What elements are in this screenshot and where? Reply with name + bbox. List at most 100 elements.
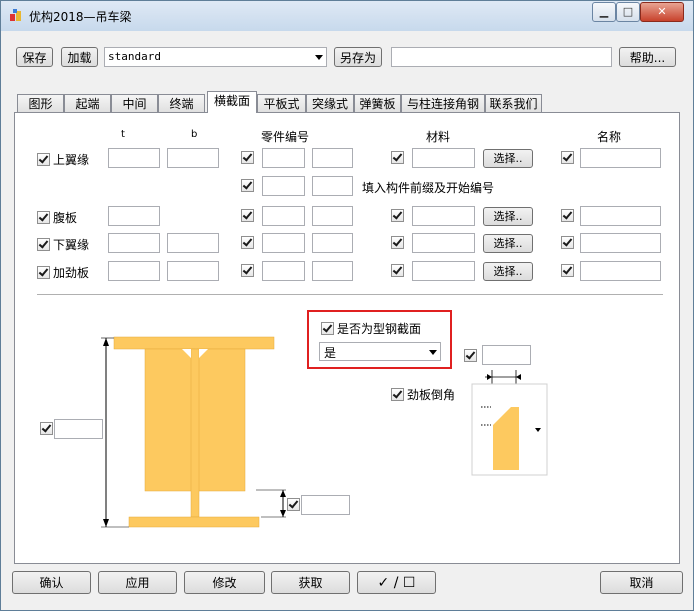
web-prefix-input[interactable]: [262, 206, 305, 226]
stiffener-t-input[interactable]: [108, 261, 160, 281]
web-select-button[interactable]: 选择..: [483, 207, 533, 226]
get-button[interactable]: 获取: [271, 571, 350, 594]
i-beam-diagram: [101, 336, 286, 528]
bottom-thickness-checkbox[interactable]: [287, 498, 300, 511]
apply-button[interactable]: 应用: [98, 571, 177, 594]
web-checkbox[interactable]: [37, 211, 50, 224]
header-part-no: 零件编号: [261, 130, 310, 144]
top-flange-select-button[interactable]: 选择..: [483, 149, 533, 168]
web-part-checkbox[interactable]: [241, 209, 254, 222]
web-name-input[interactable]: [580, 206, 661, 226]
bottom-flange-b-input[interactable]: [167, 233, 219, 253]
bottom-flange-material-checkbox[interactable]: [391, 236, 404, 249]
height-input[interactable]: [54, 419, 103, 439]
tab-middle[interactable]: 中间: [111, 94, 158, 112]
chamfer-label: 劲板倒角: [407, 388, 456, 402]
stiffener-number-input[interactable]: [312, 261, 353, 281]
left-stiffener-shape: [144, 348, 196, 492]
separator: [37, 294, 663, 296]
minimize-button[interactable]: ▁: [592, 2, 616, 22]
top-flange-b-input[interactable]: [167, 148, 219, 168]
preset-combobox[interactable]: standard: [104, 47, 327, 67]
cancel-button[interactable]: 取消: [600, 571, 683, 594]
is-profile-combobox[interactable]: 是: [319, 342, 441, 361]
bottom-thickness-input[interactable]: [301, 495, 350, 515]
tab-column-angle[interactable]: 与柱连接角钢: [401, 94, 485, 112]
top-flange-name-input[interactable]: [580, 148, 661, 168]
bottom-flange-select-button[interactable]: 选择..: [483, 234, 533, 253]
web-material-input[interactable]: [412, 206, 475, 226]
start-number-input[interactable]: [312, 176, 353, 196]
is-profile-checkbox[interactable]: [321, 322, 334, 335]
toggle-all-button[interactable]: ✓ / ☐: [357, 571, 436, 594]
tab-flat-plate[interactable]: 平板式: [257, 94, 306, 112]
header-name: 名称: [597, 130, 622, 144]
tab-cross-section[interactable]: 横截面: [207, 91, 257, 113]
stiffener-name-checkbox[interactable]: [561, 264, 574, 277]
stiffener-checkbox[interactable]: [37, 266, 50, 279]
chevron-down-icon[interactable]: [315, 55, 323, 60]
top-flange-number-input[interactable]: [312, 148, 353, 168]
web-t-input[interactable]: [108, 206, 160, 226]
prefix-label: 填入构件前缀及开始编号: [362, 181, 495, 195]
tab-spring-plate[interactable]: 弹簧板: [354, 94, 401, 112]
modify-button[interactable]: 修改: [184, 571, 265, 594]
web-number-input[interactable]: [312, 206, 353, 226]
top-flange-prefix-input[interactable]: [262, 148, 305, 168]
tab-contact-us[interactable]: 联系我们: [485, 94, 542, 112]
top-flange-t-input[interactable]: [108, 148, 160, 168]
app-icon: [10, 9, 21, 21]
window-title: 优构2018—吊车梁: [29, 10, 132, 24]
save-as-input[interactable]: [391, 47, 612, 67]
bottom-flange-number-input[interactable]: [312, 233, 353, 253]
tab-start[interactable]: 起端: [64, 94, 111, 112]
stiffener-prefix-input[interactable]: [262, 261, 305, 281]
ok-button[interactable]: 确认: [12, 571, 91, 594]
bottom-flange-part-checkbox[interactable]: [241, 236, 254, 249]
web-name-checkbox[interactable]: [561, 209, 574, 222]
close-button[interactable]: ✕: [640, 2, 684, 22]
save-as-button[interactable]: 另存为: [334, 47, 382, 67]
top-flange-name-checkbox[interactable]: [561, 151, 574, 164]
stiffener-material-input[interactable]: [412, 261, 475, 281]
prefix-checkbox[interactable]: [241, 179, 254, 192]
stiffener-select-button[interactable]: 选择..: [483, 262, 533, 281]
app-window: 优构2018—吊车梁 ▁ □ ✕ 保存 加载 standard 另存为 帮助..…: [0, 0, 694, 611]
tab-graphics[interactable]: 图形: [17, 94, 64, 112]
chamfer-checkbox[interactable]: [391, 388, 404, 401]
top-flange-part-checkbox[interactable]: [241, 151, 254, 164]
header-t: t: [121, 129, 125, 140]
prefix-input[interactable]: [262, 176, 305, 196]
stiffener-part-checkbox[interactable]: [241, 264, 254, 277]
height-checkbox[interactable]: [40, 422, 53, 435]
top-flange-material-checkbox[interactable]: [391, 151, 404, 164]
tab-flange-type[interactable]: 突缘式: [306, 94, 354, 112]
right-stiffener-shape: [196, 348, 246, 492]
bottom-flange-t-input[interactable]: [108, 233, 160, 253]
save-button[interactable]: 保存: [16, 47, 53, 67]
tab-end[interactable]: 终端: [158, 94, 205, 112]
load-button[interactable]: 加载: [61, 47, 98, 67]
bottom-flange-prefix-input[interactable]: [262, 233, 305, 253]
help-button[interactable]: 帮助...: [619, 47, 676, 67]
top-flange-shape: [113, 336, 275, 350]
stiffener-b-input[interactable]: [167, 261, 219, 281]
chevron-down-icon[interactable]: [429, 350, 437, 355]
top-flange-material-input[interactable]: [412, 148, 475, 168]
chamfer-size-input[interactable]: [482, 345, 531, 365]
stiffener-material-checkbox[interactable]: [391, 264, 404, 277]
top-flange-checkbox[interactable]: [37, 153, 50, 166]
web-shape: [190, 348, 200, 518]
stiffener-name-input[interactable]: [580, 261, 661, 281]
is-profile-value: 是: [324, 346, 337, 360]
web-material-checkbox[interactable]: [391, 209, 404, 222]
bottom-flange-name-checkbox[interactable]: [561, 236, 574, 249]
chamfer-diagram: [471, 370, 548, 476]
bottom-flange-checkbox[interactable]: [37, 238, 50, 251]
bottom-flange-label: 下翼缘: [53, 238, 90, 252]
chamfer-size-checkbox[interactable]: [464, 349, 477, 362]
preset-value: standard: [108, 50, 161, 63]
maximize-button[interactable]: □: [616, 2, 640, 22]
bottom-flange-name-input[interactable]: [580, 233, 661, 253]
bottom-flange-material-input[interactable]: [412, 233, 475, 253]
